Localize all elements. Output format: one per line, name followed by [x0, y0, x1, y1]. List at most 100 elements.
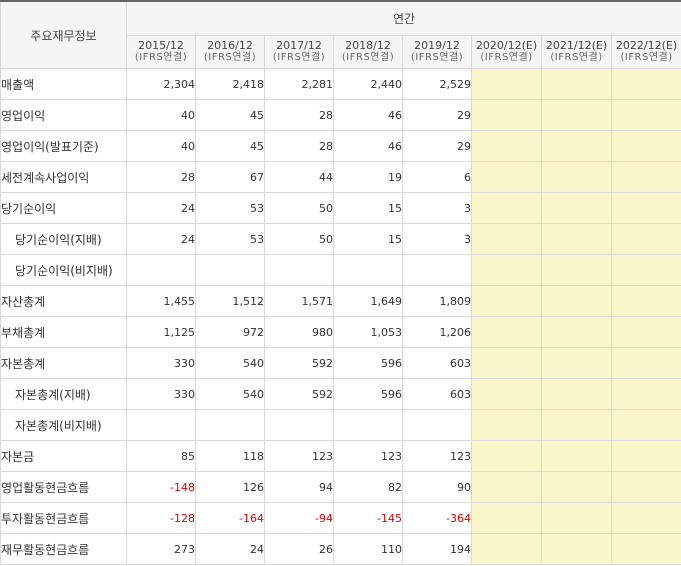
estimate-cell — [471, 533, 542, 565]
value-cell — [264, 254, 334, 286]
estimate-cell — [541, 285, 612, 317]
table-row: 투자활동현금흐름 -128 -164 -94 -145 -364 — [0, 502, 681, 534]
value-cell: 2,304 — [126, 68, 196, 100]
estimate-cell — [541, 254, 612, 286]
estimate-cell — [610, 99, 681, 131]
table-row: 자본금 85 118 123 123 123 — [0, 440, 681, 472]
value-cell: 82 — [333, 471, 403, 503]
estimate-cell — [541, 471, 612, 503]
value-cell: 596 — [333, 378, 403, 410]
value-cell: 118 — [195, 440, 265, 472]
value-cell: 2,440 — [333, 68, 403, 100]
value-cell: 67 — [195, 161, 265, 193]
year-label: 2020/12(E) — [475, 38, 538, 52]
table-row: 영업이익 40 45 28 46 29 — [0, 99, 681, 131]
value-cell: 194 — [402, 533, 472, 565]
value-cell: 603 — [402, 347, 472, 379]
value-cell: 330 — [126, 378, 196, 410]
year-header: 2022/12(E) (IFRS연결) — [610, 34, 681, 69]
value-cell: 980 — [264, 316, 334, 348]
value-cell: 1,512 — [195, 285, 265, 317]
value-cell: 123 — [402, 440, 472, 472]
year-header: 2018/12 (IFRS연결) — [333, 34, 403, 69]
estimate-cell — [471, 99, 542, 131]
estimate-cell — [610, 192, 681, 224]
value-cell: 1,455 — [126, 285, 196, 317]
value-cell — [333, 254, 403, 286]
year-label: 2018/12 — [345, 38, 391, 52]
estimate-cell — [471, 68, 542, 100]
estimate-cell — [610, 68, 681, 100]
value-cell: 1,206 — [402, 316, 472, 348]
year-header: 2016/12 (IFRS연결) — [195, 34, 265, 69]
value-cell: -145 — [333, 502, 403, 534]
value-cell — [126, 254, 196, 286]
year-header: 2020/12(E) (IFRS연결) — [471, 34, 542, 69]
financial-summary-table: 주요재무정보 연간 2015/12 (IFRS연결) 2016/12 (IFRS연결)… — [0, 0, 681, 565]
value-cell: 123 — [264, 440, 334, 472]
row-label: 자본금 — [0, 440, 127, 472]
value-cell: 123 — [333, 440, 403, 472]
value-cell: -148 — [126, 471, 196, 503]
year-label: 2015/12 — [138, 38, 184, 52]
year-label: 2017/12 — [276, 38, 322, 52]
table-row: 자본총계(비지배) — [0, 409, 681, 441]
value-cell: 44 — [264, 161, 334, 193]
estimate-cell — [471, 347, 542, 379]
value-cell: 28 — [264, 130, 334, 162]
value-cell — [126, 409, 196, 441]
value-cell: 1,571 — [264, 285, 334, 317]
estimate-cell — [610, 409, 681, 441]
accounting-basis-label: (IFRS연결) — [134, 51, 188, 63]
estimate-cell — [471, 285, 542, 317]
estimate-cell — [610, 347, 681, 379]
value-cell: 540 — [195, 378, 265, 410]
table-row: 당기순이익(비지배) — [0, 254, 681, 286]
value-cell: 110 — [333, 533, 403, 565]
estimate-cell — [541, 223, 612, 255]
accounting-basis-label: (IFRS연결) — [341, 51, 395, 63]
row-label: 자산총계 — [0, 285, 127, 317]
row-label: 자본총계(지배) — [0, 378, 127, 410]
estimate-cell — [471, 192, 542, 224]
estimate-cell — [610, 471, 681, 503]
year-label: 2021/12(E) — [545, 38, 608, 52]
year-label: 2019/12 — [414, 38, 460, 52]
value-cell: 1,125 — [126, 316, 196, 348]
value-cell: 126 — [195, 471, 265, 503]
value-cell — [195, 409, 265, 441]
table-row: 자산총계 1,455 1,512 1,571 1,649 1,809 — [0, 285, 681, 317]
value-cell: 3 — [402, 192, 472, 224]
row-label: 당기순이익(비지배) — [0, 254, 127, 286]
value-cell: 94 — [264, 471, 334, 503]
estimate-cell — [610, 161, 681, 193]
value-cell: 592 — [264, 347, 334, 379]
value-cell: 2,281 — [264, 68, 334, 100]
value-cell: 85 — [126, 440, 196, 472]
year-label: 2016/12 — [207, 38, 253, 52]
table-row: 매출액 2,304 2,418 2,281 2,440 2,529 — [0, 68, 681, 100]
estimate-cell — [541, 378, 612, 410]
table-body: 매출액 2,304 2,418 2,281 2,440 2,529 영업이익 40 45 28 46… — [0, 68, 681, 565]
value-cell: -164 — [195, 502, 265, 534]
estimate-cell — [471, 502, 542, 534]
row-label: 부채총계 — [0, 316, 127, 348]
value-cell: 46 — [333, 130, 403, 162]
row-label: 영업이익(발표기준) — [0, 130, 127, 162]
table-row: 세전계속사업이익 28 67 44 19 6 — [0, 161, 681, 193]
estimate-cell — [610, 440, 681, 472]
estimate-cell — [541, 533, 612, 565]
row-label: 당기순이익(지배) — [0, 223, 127, 255]
value-cell: 2,418 — [195, 68, 265, 100]
table-row: 재무활동현금흐름 273 24 26 110 194 — [0, 533, 681, 565]
period-group-header: 연간 — [125, 0, 681, 36]
estimate-cell — [541, 409, 612, 441]
accounting-basis-label: (IFRS연결) — [480, 51, 533, 63]
value-cell: 19 — [333, 161, 403, 193]
estimate-cell — [610, 378, 681, 410]
value-cell: 596 — [333, 347, 403, 379]
value-cell — [264, 409, 334, 441]
value-cell: 28 — [264, 99, 334, 131]
value-cell: 603 — [402, 378, 472, 410]
year-header: 2019/12 (IFRS연결) — [402, 34, 472, 69]
